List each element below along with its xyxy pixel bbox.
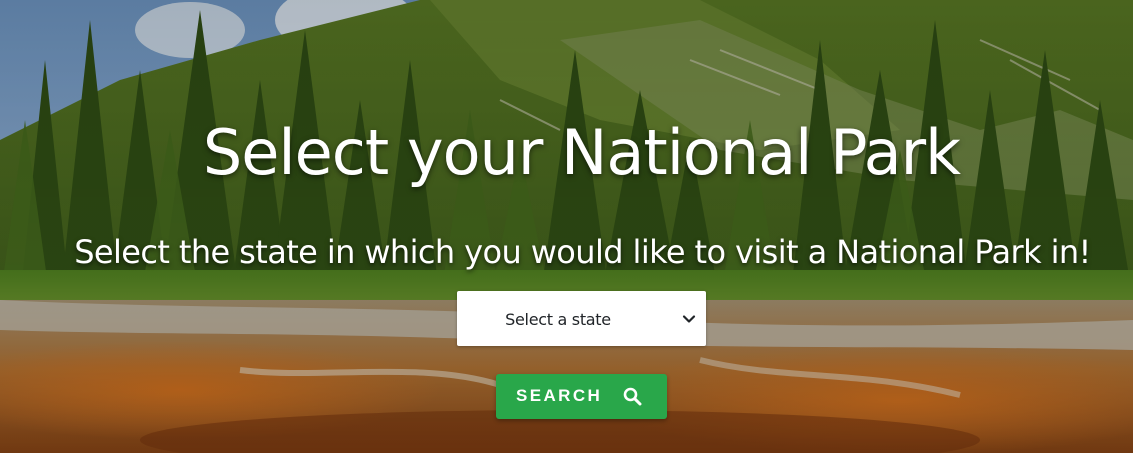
state-select-value: Select a state [505, 310, 611, 329]
hero-content: Select your National Park Select the sta… [0, 0, 1133, 453]
state-select[interactable]: Select a state [457, 291, 706, 346]
hero-section: Select your National Park Select the sta… [0, 0, 1133, 453]
search-button-label: SEARCH [516, 386, 603, 405]
chevron-down-icon [682, 315, 696, 323]
page-title: Select your National Park [202, 116, 961, 189]
search-button[interactable]: SEARCH [496, 374, 667, 419]
search-icon [623, 387, 642, 406]
page-subtitle: Select the state in which you would like… [74, 233, 1091, 271]
